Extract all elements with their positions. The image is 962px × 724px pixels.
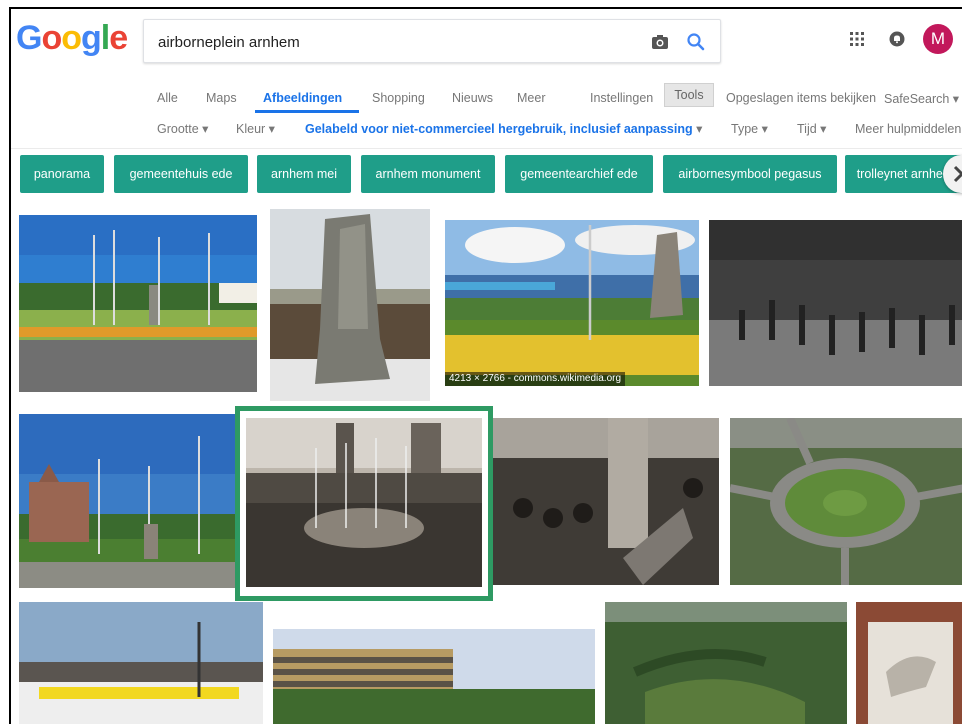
search-box	[143, 19, 721, 63]
logo-letter: G	[16, 19, 42, 57]
apps-grid-icon[interactable]	[849, 31, 865, 47]
filter-usage-rights-arrow: ▾	[692, 122, 703, 136]
chip-gemeentearchief-ede[interactable]: gemeentearchief ede	[505, 155, 653, 193]
chips-next-button[interactable]	[943, 155, 962, 193]
image-result[interactable]: 4213 × 2766 - commons.wikimedia.org	[445, 220, 699, 386]
active-tab-indicator	[255, 110, 359, 113]
related-searches: panorama gemeentehuis ede arnhem mei arn…	[11, 155, 962, 195]
image-result[interactable]	[19, 215, 257, 392]
filter-size[interactable]: Grootte ▾	[157, 121, 208, 136]
filter-usage-rights-label: Gelabeld voor niet-commercieel hergebrui…	[305, 122, 693, 136]
nav-tabs: Alle Maps Afbeeldingen Shopping Nieuws M…	[11, 83, 962, 115]
chip-arnhem-mei[interactable]: arnhem mei	[257, 155, 351, 193]
safesearch-dropdown[interactable]: SafeSearch ▾	[884, 91, 959, 106]
avatar[interactable]: M	[923, 24, 953, 54]
chip-airbornesymbool-pegasus[interactable]: airbornesymbool pegasus	[663, 155, 837, 193]
notifications-icon[interactable]	[889, 31, 905, 47]
image-result[interactable]	[19, 414, 235, 588]
logo-letter: e	[109, 19, 128, 57]
tab-shopping[interactable]: Shopping	[372, 91, 425, 105]
chip-gemeentehuis-ede[interactable]: gemeentehuis ede	[114, 155, 248, 193]
image-result[interactable]	[605, 602, 847, 724]
image-result[interactable]	[730, 418, 962, 585]
chip-panorama[interactable]: panorama	[20, 155, 104, 193]
filter-type[interactable]: Type ▾	[731, 121, 768, 136]
search-icon[interactable]	[686, 32, 706, 52]
filter-usage-rights[interactable]: Gelabeld voor niet-commercieel hergebrui…	[305, 121, 702, 136]
image-result[interactable]	[270, 209, 430, 401]
image-result[interactable]	[19, 602, 263, 724]
tab-alle[interactable]: Alle	[157, 91, 178, 105]
logo-letter: l	[100, 19, 111, 57]
logo-letter: g	[81, 19, 102, 57]
camera-icon[interactable]	[650, 32, 670, 52]
filter-bar: Grootte ▾ Kleur ▾ Gelabeld voor niet-com…	[11, 117, 962, 141]
tools-button[interactable]: Tools	[664, 83, 714, 107]
tab-nieuws[interactable]: Nieuws	[452, 91, 493, 105]
image-result[interactable]	[709, 220, 962, 386]
google-logo[interactable]: Google	[16, 19, 128, 58]
logo-letter: o	[61, 19, 82, 57]
filter-color[interactable]: Kleur ▾	[236, 121, 275, 136]
image-result[interactable]	[493, 418, 719, 585]
saved-items-link[interactable]: Opgeslagen items bekijken	[726, 91, 876, 105]
logo-letter: o	[41, 19, 62, 57]
search-input[interactable]	[158, 30, 628, 54]
filter-time[interactable]: Tijd ▾	[797, 121, 826, 136]
selected-result-highlight	[235, 406, 493, 601]
tab-maps[interactable]: Maps	[206, 91, 237, 105]
browser-frame: Google M Alle Maps Afbeeldingen	[9, 7, 962, 724]
image-result[interactable]	[856, 602, 962, 724]
tab-afbeeldingen[interactable]: Afbeeldingen	[263, 91, 342, 105]
tab-meer[interactable]: Meer	[517, 91, 545, 105]
filter-more-tools[interactable]: Meer hulpmiddelen ▾	[855, 121, 962, 136]
chevron-right-icon	[953, 165, 962, 183]
chip-arnhem-monument[interactable]: arnhem monument	[361, 155, 495, 193]
header: Google M Alle Maps Afbeeldingen	[11, 9, 962, 149]
image-caption: 4213 × 2766 - commons.wikimedia.org	[445, 372, 626, 386]
tab-instellingen[interactable]: Instellingen	[590, 91, 653, 105]
image-result[interactable]	[273, 629, 595, 724]
